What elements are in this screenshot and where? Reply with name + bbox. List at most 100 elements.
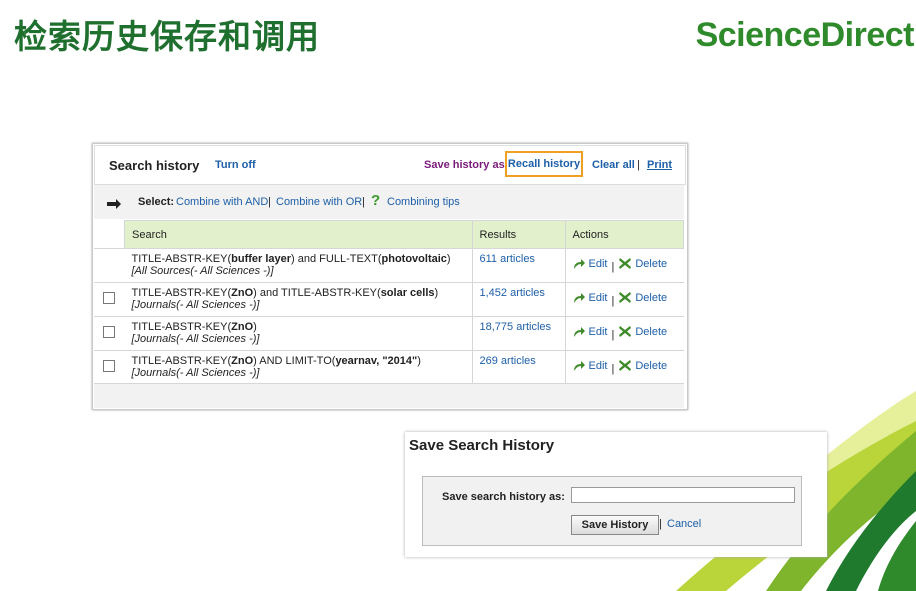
- delete-label: Delete: [635, 291, 668, 304]
- query-term: ZnO: [231, 287, 254, 299]
- separator: |: [611, 329, 615, 341]
- save-search-history-dialog: Save Search History Save search history …: [405, 432, 827, 557]
- table-row: TITLE-ABSTR-KEY(ZnO) and TITLE-ABSTR-KEY…: [94, 282, 684, 317]
- slide-title: 检索历史保存和调用: [14, 17, 320, 56]
- query-text: ) AND LIMIT-TO(: [253, 355, 336, 367]
- clear-all-link[interactable]: Clear all: [592, 159, 635, 171]
- row-checkbox[interactable]: [103, 292, 116, 304]
- edit-label: Edit: [588, 326, 608, 338]
- separator: |: [611, 363, 615, 375]
- edit-action[interactable]: Edit: [573, 360, 608, 372]
- save-history-as-link[interactable]: Save history as: [424, 159, 505, 171]
- results-link[interactable]: 611 articles: [480, 253, 535, 265]
- query-term: ZnO: [231, 321, 254, 333]
- table-row: TITLE-ABSTR-KEY(ZnO) AND LIMIT-TO(yearna…: [94, 350, 684, 385]
- help-icon: ?: [371, 192, 381, 209]
- delete-label: Delete: [635, 257, 668, 270]
- actions-cell: Edit | Delete: [564, 316, 684, 351]
- row-checkbox[interactable]: [103, 326, 116, 338]
- search-query: TITLE-ABSTR-KEY(ZnO) and TITLE-ABSTR-KEY…: [132, 287, 465, 299]
- delete-x-icon: [619, 292, 632, 303]
- query-text: TITLE-ABSTR-KEY(: [131, 355, 232, 367]
- delete-label: Delete: [635, 359, 668, 372]
- recall-history-link[interactable]: Recall history: [505, 151, 583, 177]
- save-name-input[interactable]: [571, 487, 795, 503]
- combine-or-link[interactable]: Combine with OR: [276, 196, 362, 208]
- query-term: buffer layer: [231, 253, 292, 265]
- table-row: TITLE-ABSTR-KEY(buffer layer) and FULL-T…: [94, 248, 684, 283]
- search-history-table: Search Results Actions TITLE-ABSTR-KEY(b…: [94, 220, 684, 385]
- edit-arrow-icon: [573, 361, 585, 371]
- results-cell: 611 articles: [471, 248, 565, 283]
- actions-cell: Edit | Delete: [564, 282, 684, 317]
- delete-action[interactable]: Delete: [618, 291, 667, 304]
- actions-cell: Edit | Delete: [564, 350, 684, 385]
- query-text: ) and FULL-TEXT(: [291, 253, 382, 265]
- search-history-footer: [94, 383, 684, 408]
- delete-action[interactable]: Delete: [618, 257, 667, 270]
- search-query-cell: TITLE-ABSTR-KEY(buffer layer) and FULL-T…: [124, 248, 472, 283]
- query-text: ): [417, 355, 421, 367]
- search-query: TITLE-ABSTR-KEY(ZnO): [132, 321, 465, 333]
- search-column-header: Search: [124, 220, 473, 249]
- separator: |: [659, 518, 662, 530]
- results-link[interactable]: 1,452 articles: [480, 287, 545, 299]
- print-link[interactable]: Print: [647, 159, 672, 171]
- save-form-box: Save search history as: Save History | C…: [422, 476, 802, 546]
- save-name-label: Save search history as:: [442, 491, 565, 503]
- edit-label: Edit: [588, 292, 608, 304]
- edit-action[interactable]: Edit: [573, 326, 608, 338]
- edit-arrow-icon: [573, 293, 585, 303]
- query-text: TITLE-ABSTR-KEY(: [131, 287, 232, 299]
- search-history-header: Search history Turn off Save history as …: [94, 145, 686, 185]
- query-term: photovoltaic: [381, 253, 447, 265]
- separator: |: [611, 261, 615, 273]
- query-text: ): [434, 287, 439, 299]
- sciencedirect-logo: ScienceDirect: [695, 16, 915, 54]
- delete-action[interactable]: Delete: [618, 325, 667, 338]
- back-arrow-icon[interactable]: [106, 195, 122, 211]
- results-link[interactable]: 269 articles: [480, 355, 536, 367]
- search-source: [Journals(- All Sciences -)]: [131, 333, 260, 345]
- actions-column-header: Actions: [564, 220, 684, 249]
- delete-x-icon: [619, 360, 632, 371]
- search-query-cell: TITLE-ABSTR-KEY(ZnO) AND LIMIT-TO(yearna…: [124, 350, 472, 385]
- row-checkbox-cell: [94, 282, 125, 317]
- row-checkbox-cell: [94, 316, 125, 351]
- edit-label: Edit: [588, 360, 608, 372]
- query-text: TITLE-ABSTR-KEY(: [131, 253, 232, 265]
- delete-label: Delete: [635, 325, 668, 338]
- row-checkbox[interactable]: [103, 360, 116, 372]
- checkbox-header: [94, 220, 125, 249]
- results-link[interactable]: 18,775 articles: [480, 321, 552, 333]
- delete-x-icon: [619, 326, 632, 337]
- actions-cell: Edit | Delete: [564, 248, 684, 283]
- query-text: ): [446, 253, 451, 265]
- query-term: solar cells: [380, 287, 435, 299]
- search-query-cell: TITLE-ABSTR-KEY(ZnO) and TITLE-ABSTR-KEY…: [124, 282, 472, 317]
- query-term: ZnO: [231, 355, 254, 367]
- combining-tips-link[interactable]: Combining tips: [387, 196, 460, 208]
- search-source: [Journals(- All Sciences -)]: [131, 367, 260, 379]
- search-source: [All Sources(- All Sciences -)]: [131, 265, 274, 277]
- delete-action[interactable]: Delete: [618, 359, 667, 372]
- turn-off-link[interactable]: Turn off: [215, 159, 256, 171]
- edit-arrow-icon: [573, 327, 585, 337]
- results-cell: 1,452 articles: [471, 282, 565, 317]
- search-source: [Journals(- All Sciences -)]: [131, 299, 260, 311]
- table-row: TITLE-ABSTR-KEY(ZnO) [Journals(- All Scie…: [94, 316, 684, 351]
- results-cell: 18,775 articles: [471, 316, 565, 351]
- separator: |: [268, 196, 271, 208]
- cancel-link[interactable]: Cancel: [667, 518, 701, 530]
- edit-label: Edit: [588, 258, 608, 270]
- search-history-title: Search history: [109, 158, 200, 173]
- query-text: ) and TITLE-ABSTR-KEY(: [253, 287, 381, 299]
- search-query: TITLE-ABSTR-KEY(ZnO) AND LIMIT-TO(yearna…: [132, 355, 465, 367]
- combine-and-link[interactable]: Combine with AND: [176, 196, 268, 208]
- select-bar: Select: Combine with AND | Combine with …: [94, 185, 684, 219]
- save-history-button[interactable]: Save History: [571, 515, 659, 535]
- edit-action[interactable]: Edit: [573, 258, 608, 270]
- query-term: yearnav, "2014": [335, 355, 418, 367]
- edit-action[interactable]: Edit: [573, 292, 608, 304]
- search-query-cell: TITLE-ABSTR-KEY(ZnO) [Journals(- All Scie…: [124, 316, 472, 351]
